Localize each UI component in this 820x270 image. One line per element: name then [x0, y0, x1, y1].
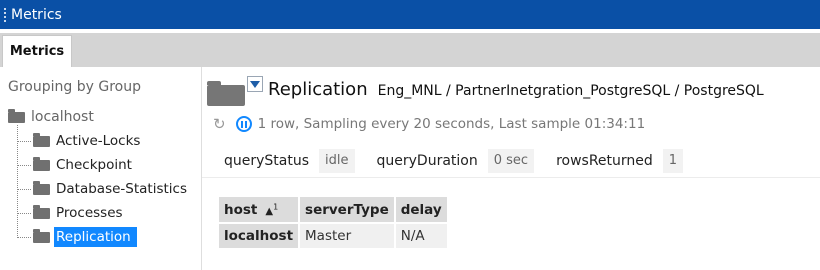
window-titlebar: Metrics	[0, 0, 820, 31]
sidebar-item-processes[interactable]: Processes	[17, 202, 129, 224]
status-text: 1 row, Sampling every 20 seconds, Last s…	[257, 116, 646, 132]
table-header-row: host ▲1 serverType delay	[219, 197, 447, 222]
breadcrumb: Eng_MNL / PartnerInetgration_PostgreSQL …	[377, 83, 764, 99]
tree-branch	[17, 236, 31, 238]
tab-metrics[interactable]: Metrics	[2, 35, 72, 67]
field-value-queryduration: 0 sec	[487, 149, 535, 173]
data-table: host ▲1 serverType delay localhost Master…	[217, 195, 449, 250]
field-label-querystatus: queryStatus	[224, 153, 310, 169]
tree-branch	[17, 164, 31, 166]
tree-branch	[17, 140, 31, 142]
folder-icon	[33, 132, 50, 147]
funnel-icon[interactable]	[247, 76, 263, 92]
field-label-rowsreturned: rowsReturned	[556, 153, 653, 169]
sort-ascending-icon: ▲1	[265, 202, 279, 217]
tree-root-localhost[interactable]: localhost	[8, 108, 94, 125]
query-fields: queryStatus idle queryDuration 0 sec row…	[224, 149, 705, 173]
sidebar-item-label: Active-Locks	[56, 133, 141, 149]
column-header-label: host	[224, 201, 258, 218]
column-header-servertype[interactable]: serverType	[300, 197, 394, 222]
sidebar-item-label: Processes	[56, 205, 123, 221]
sidebar-item-label: Database-Statistics	[56, 181, 187, 197]
cell-delay: N/A	[395, 224, 447, 248]
cell-servertype: Master	[300, 224, 394, 248]
folder-icon	[207, 81, 245, 106]
group-folder-filter[interactable]	[207, 76, 263, 106]
folder-icon	[33, 156, 50, 171]
field-value-rowsreturned: 1	[662, 149, 684, 173]
sort-priority: 1	[273, 202, 279, 212]
tree-branch	[17, 188, 31, 190]
sidebar-item-label: Checkpoint	[56, 157, 132, 173]
sidebar-item-label: Replication	[54, 227, 137, 247]
page-title: Replication	[268, 79, 368, 100]
tree-root-label: localhost	[31, 109, 94, 125]
column-header-delay[interactable]: delay	[395, 197, 447, 222]
grip-dots-icon[interactable]	[3, 6, 8, 23]
grouping-label: Grouping by Group	[8, 79, 141, 95]
tree-branch	[17, 212, 31, 214]
sidebar: Grouping by Group localhost Active-Locks…	[0, 67, 202, 270]
field-label-queryduration: queryDuration	[376, 153, 478, 169]
tab-strip: Metrics	[0, 33, 820, 67]
page-heading: Replication Eng_MNL / PartnerInetgration…	[268, 79, 764, 100]
window-title: Metrics	[11, 6, 62, 23]
folder-icon	[33, 180, 50, 195]
table-row[interactable]: localhost Master N/A	[219, 224, 447, 248]
sidebar-item-database-statistics[interactable]: Database-Statistics	[17, 178, 193, 200]
main-panel: Replication Eng_MNL / PartnerInetgration…	[202, 67, 820, 270]
status-line: ↻ 1 row, Sampling every 20 seconds, Last…	[213, 115, 645, 133]
sidebar-item-active-locks[interactable]: Active-Locks	[17, 130, 146, 152]
folder-icon	[33, 204, 50, 219]
refresh-icon[interactable]: ↻	[213, 115, 226, 133]
sidebar-item-checkpoint[interactable]: Checkpoint	[17, 154, 138, 176]
folder-icon	[8, 108, 25, 123]
field-value-querystatus: idle	[319, 149, 355, 173]
sidebar-item-replication[interactable]: Replication	[17, 226, 137, 248]
cell-host: localhost	[219, 224, 299, 248]
divider	[202, 177, 820, 178]
folder-icon	[33, 228, 50, 243]
pause-circle-icon[interactable]	[235, 116, 252, 132]
column-header-host[interactable]: host ▲1	[219, 197, 299, 222]
